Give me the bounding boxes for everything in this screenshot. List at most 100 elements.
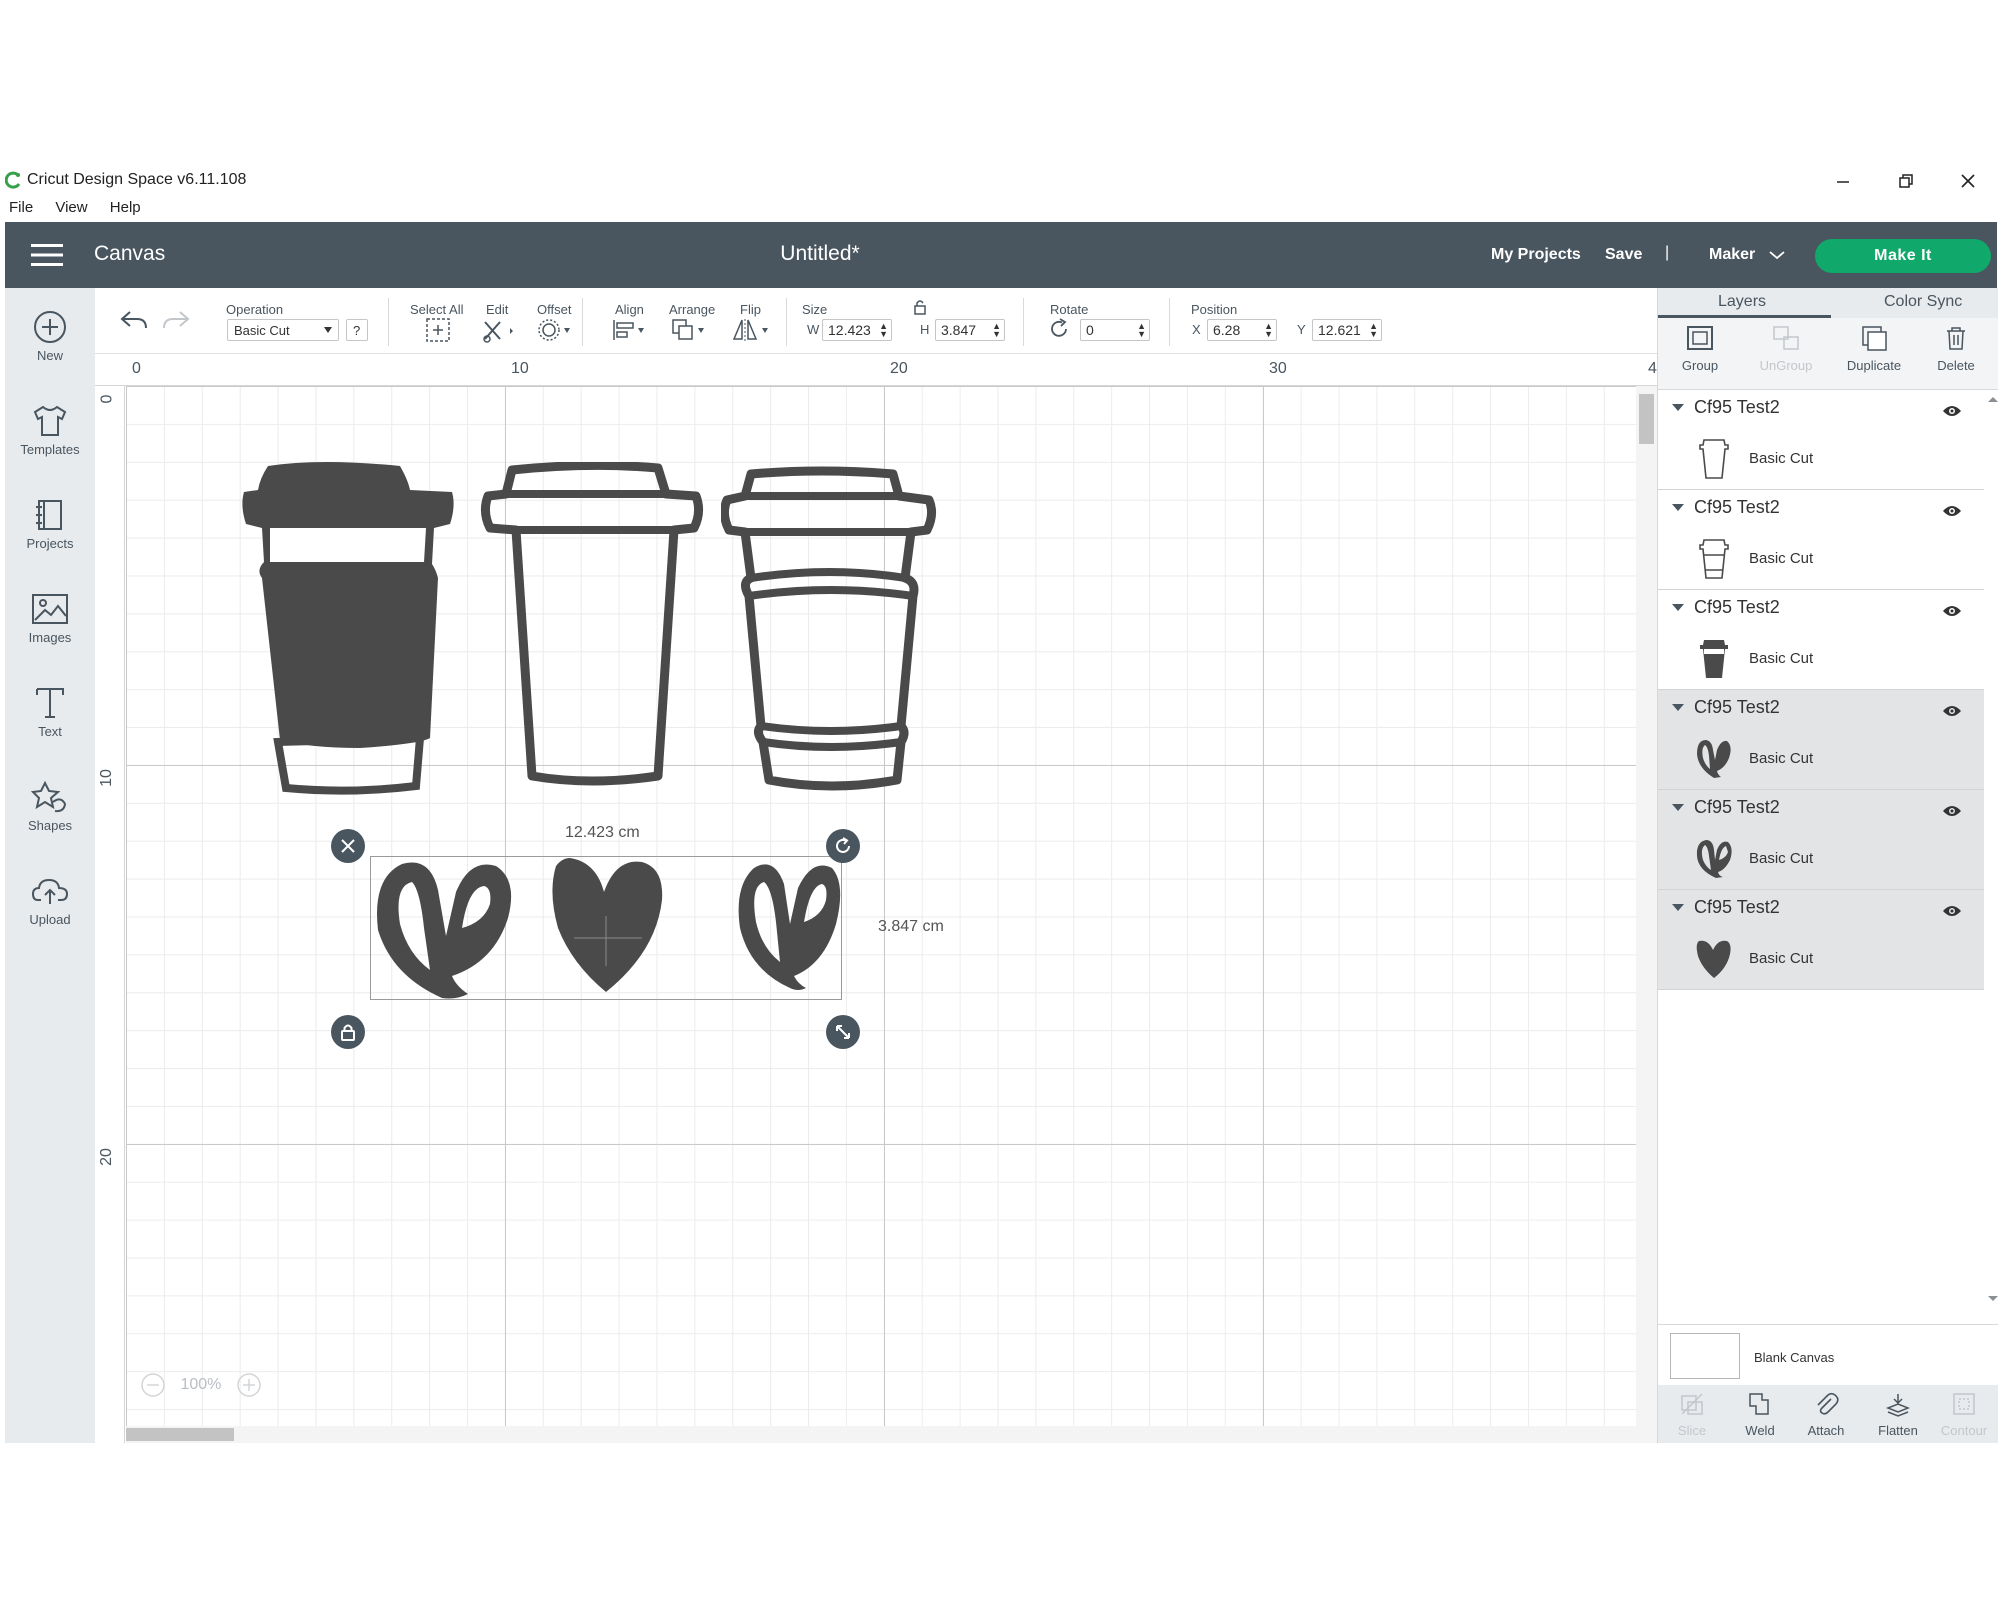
eye-icon[interactable]	[1942, 904, 1962, 918]
eye-icon[interactable]	[1942, 804, 1962, 818]
position-x-input[interactable]: 6.28 ▲ ▼	[1207, 319, 1277, 341]
undo-icon[interactable]	[119, 308, 149, 332]
eye-icon[interactable]	[1942, 604, 1962, 618]
ruler-tick: 10	[97, 769, 115, 787]
flatten-label: Flatten	[1878, 1423, 1918, 1438]
tab-layers[interactable]: Layers	[1718, 293, 1766, 311]
select-all-icon[interactable]	[425, 317, 451, 343]
heart-swirl-shape[interactable]	[372, 858, 514, 1002]
ungroup-button[interactable]: UnGroup	[1746, 324, 1826, 373]
zoom-in-icon[interactable]	[236, 1372, 262, 1398]
cup-solid-shape[interactable]	[240, 458, 456, 798]
caret-down-icon[interactable]	[1672, 804, 1684, 812]
zoom-out-icon[interactable]	[140, 1372, 166, 1398]
layer-item[interactable]: Cf95 Test2 Basic Cut	[1658, 890, 1984, 990]
weld-button[interactable]: Weld	[1726, 1391, 1794, 1438]
scroll-down-icon[interactable]	[1986, 1294, 2000, 1304]
caret-down-icon[interactable]	[1672, 504, 1684, 512]
scroll-thumb[interactable]	[1639, 394, 1654, 444]
caret-down-icon[interactable]	[1672, 904, 1684, 912]
rotate-input[interactable]: 0 ▲ ▼	[1080, 319, 1150, 341]
heart-swirl-shape[interactable]	[736, 858, 842, 994]
tab-color-sync[interactable]: Color Sync	[1884, 293, 1962, 311]
sidebar-item-shapes[interactable]: Shapes	[5, 780, 95, 860]
caret-down-icon[interactable]	[1672, 604, 1684, 612]
eye-icon[interactable]	[1942, 704, 1962, 718]
menu-file[interactable]: File	[9, 199, 33, 216]
cup-outline-thumbnail-icon	[1699, 439, 1729, 479]
caret-down-icon[interactable]	[1672, 704, 1684, 712]
sidebar-item-images[interactable]: Images	[5, 592, 95, 672]
eye-icon[interactable]	[1942, 504, 1962, 518]
height-input[interactable]: 3.847 ▲ ▼	[935, 319, 1005, 341]
make-it-button[interactable]: Make It	[1815, 239, 1991, 273]
position-label: Position	[1191, 302, 1238, 317]
close-window-button[interactable]	[1953, 169, 1983, 193]
arrange-icon[interactable]	[671, 317, 707, 343]
cup-lined-shape[interactable]	[721, 466, 937, 806]
align-icon[interactable]	[611, 317, 647, 343]
canvas-vertical-scrollbar[interactable]	[1636, 386, 1657, 1443]
layer-operation: Basic Cut	[1749, 850, 1814, 867]
scroll-up-icon[interactable]	[1986, 394, 2000, 404]
flatten-button[interactable]: Flatten	[1864, 1391, 1932, 1438]
design-canvas[interactable]: 12.423 cm 3.847 cm	[126, 386, 1636, 1426]
menu-help[interactable]: Help	[110, 199, 141, 216]
offset-icon[interactable]	[537, 317, 573, 343]
lock-icon[interactable]	[913, 298, 927, 316]
sidebar-item-upload[interactable]: Upload	[5, 874, 95, 954]
duplicate-button[interactable]: Duplicate	[1834, 324, 1914, 373]
blank-canvas-row[interactable]: Blank Canvas	[1658, 1324, 1998, 1384]
width-dimension-label: 12.423 cm	[565, 824, 640, 841]
flip-icon[interactable]	[731, 317, 771, 343]
layer-item[interactable]: Cf95 Test2 Basic Cut	[1658, 790, 1984, 890]
save-link[interactable]: Save	[1605, 246, 1642, 264]
operation-help-button[interactable]: ?	[346, 319, 368, 341]
rotate-handle[interactable]	[826, 829, 860, 863]
group-button[interactable]: Group	[1660, 324, 1740, 373]
machine-selector[interactable]: Maker	[1709, 246, 1786, 264]
canvas-horizontal-scrollbar[interactable]	[126, 1426, 1636, 1443]
height-stepper[interactable]: ▲ ▼	[992, 322, 1001, 339]
delete-button[interactable]: Delete	[1916, 324, 1996, 373]
minimize-button[interactable]	[1828, 169, 1858, 193]
eye-icon[interactable]	[1942, 404, 1962, 418]
position-y-input[interactable]: 12.621 ▲ ▼	[1312, 319, 1382, 341]
layer-item[interactable]: Cf95 Test2 Basic Cut	[1658, 490, 1984, 590]
restore-button[interactable]	[1891, 169, 1921, 193]
attach-button[interactable]: Attach	[1792, 1391, 1860, 1438]
contour-button[interactable]: Contour	[1930, 1391, 1998, 1438]
scroll-thumb[interactable]	[126, 1428, 234, 1441]
redo-icon[interactable]	[161, 308, 191, 332]
scissors-pencil-icon[interactable]	[482, 317, 518, 343]
canvas-color-swatch[interactable]	[1670, 1333, 1740, 1379]
slice-button[interactable]: Slice	[1658, 1391, 1726, 1438]
toolbar-separator	[1023, 298, 1024, 346]
panel-scrollbar[interactable]	[1984, 390, 1998, 1312]
weld-label: Weld	[1745, 1423, 1775, 1438]
layer-item[interactable]: Cf95 Test2 Basic Cut	[1658, 590, 1984, 690]
rotate-stepper[interactable]: ▲ ▼	[1137, 322, 1146, 339]
layers-list: Cf95 Test2 Basic Cut Cf95 Test2 Basic Cu…	[1658, 390, 1984, 990]
sidebar-item-templates[interactable]: Templates	[5, 404, 95, 484]
cup-outline-shape[interactable]	[480, 462, 704, 802]
menu-view[interactable]: View	[55, 199, 87, 216]
operation-select[interactable]: Basic Cut	[227, 319, 339, 341]
caret-down-icon[interactable]	[1672, 404, 1684, 412]
position-y-stepper[interactable]: ▲ ▼	[1369, 322, 1378, 339]
my-projects-link[interactable]: My Projects	[1491, 246, 1581, 264]
width-input[interactable]: 12.423 ▲ ▼	[822, 319, 892, 341]
delete-handle[interactable]	[331, 829, 365, 863]
width-stepper[interactable]: ▲ ▼	[879, 322, 888, 339]
position-x-stepper[interactable]: ▲ ▼	[1264, 322, 1273, 339]
layer-item[interactable]: Cf95 Test2 Basic Cut	[1658, 390, 1984, 490]
sidebar-label-shapes: Shapes	[27, 818, 73, 833]
sidebar-item-text[interactable]: Text	[5, 686, 95, 766]
resize-handle[interactable]	[826, 1015, 860, 1049]
layer-item[interactable]: Cf95 Test2 Basic Cut	[1658, 690, 1984, 790]
lock-handle[interactable]	[331, 1015, 365, 1049]
sidebar-item-projects[interactable]: Projects	[5, 498, 95, 578]
sidebar-item-new[interactable]: New	[5, 310, 95, 390]
heart-solid-shape[interactable]	[550, 856, 666, 996]
x-axis-label: X	[1192, 322, 1201, 337]
